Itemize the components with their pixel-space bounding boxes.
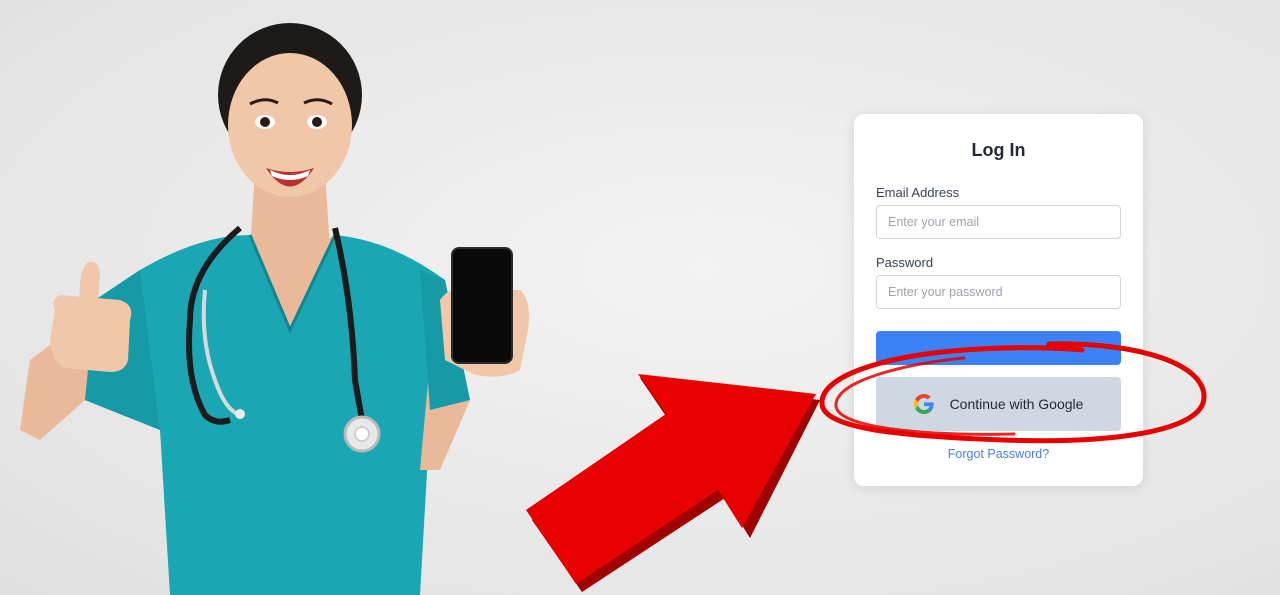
phone-icon	[451, 247, 513, 364]
google-button-label: Continue with Google	[949, 396, 1084, 412]
google-icon	[913, 394, 934, 414]
login-card: Log In Email Address Password Continue w…	[854, 114, 1143, 486]
email-input[interactable]	[876, 205, 1121, 239]
continue-with-google-button[interactable]: Continue with Google	[876, 377, 1121, 431]
login-button[interactable]	[876, 331, 1121, 365]
forgot-password-link[interactable]: Forgot Password?	[876, 447, 1121, 461]
password-field-group: Password	[876, 255, 1121, 309]
email-field-group: Email Address	[876, 185, 1121, 239]
nurse-illustration	[20, 23, 529, 595]
red-arrow-icon	[526, 374, 820, 592]
email-label: Email Address	[876, 185, 960, 200]
password-input[interactable]	[876, 275, 1121, 309]
login-title: Log In	[971, 140, 1026, 160]
thumbs-up-hand	[50, 295, 132, 372]
password-label: Password	[876, 255, 934, 270]
